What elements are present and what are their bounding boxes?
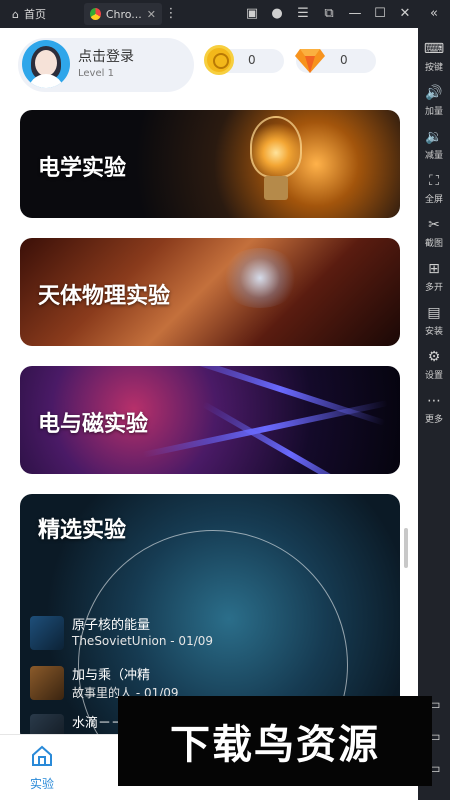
sidebar-item-label: 设置 [424,371,443,381]
sidebar-item-label: 全屏 [424,195,443,205]
sidebar-item-multi-instance[interactable]: ⊞ 多开 [418,260,450,293]
coin-balance[interactable]: 0 [204,45,284,75]
chrome-icon [90,8,101,20]
fullscreen-icon: ⛶ [429,173,439,189]
avatar[interactable] [22,40,70,88]
sidebar-item-fullscreen[interactable]: ⛶ 全屏 [418,172,450,205]
tab-home[interactable]: ⌂ 首页 [6,3,76,25]
nav-item-label: 实验 [29,777,54,791]
card-title: 电与磁实验 [38,412,149,437]
plasma-streak [174,366,386,426]
gear-icon: ⚙ [427,349,441,365]
list-item-subtitle: TheSovietUnion - 01/09 [72,634,214,648]
volume-up-icon: 🔊 [425,85,443,101]
level-text: Level 1 [78,68,114,79]
sidebar-item-label: 按键 [424,63,443,73]
gem-count: 0 [340,53,348,67]
menu-icon[interactable]: ☰ [294,5,312,23]
sidebar-item-label: 安装 [424,327,443,337]
minimize-icon[interactable]: — [346,5,364,23]
home-icon: ⌂ [12,7,19,21]
card-title: 电学实验 [38,156,127,181]
sidebar-item-volume-down[interactable]: 🔉 减量 [418,128,450,161]
close-window-icon[interactable]: ✕ [396,5,414,23]
scissors-icon: ✂ [428,217,440,233]
card-title: 精选实验 [38,518,127,543]
comet-glow-image [220,248,300,308]
coin-icon [204,45,234,75]
more-horizontal-icon: ⋯ [427,393,441,409]
volume-down-icon: 🔉 [425,129,443,145]
more-vertical-icon[interactable]: ⋮ [162,5,180,23]
close-tab-icon[interactable]: ✕ [147,8,156,21]
list-item-title: 水滴－－ [72,716,125,731]
list-item-title: 原子核的能量 [72,618,151,633]
thumbnail-image [30,666,64,700]
avatar-face [35,50,57,76]
sidebar-item-screenshot[interactable]: ✂ 截图 [418,216,450,249]
maximize-icon[interactable]: ☐ [371,5,389,23]
emulator-sidebar: ⌨ 按键 🔊 加量 🔉 减量 ⛶ 全屏 ✂ 截图 ⊞ 多开 ▤ 安装 ⚙ 设置 … [418,28,450,800]
card-electricity[interactable]: 电学实验 [20,110,400,218]
thumbnail-image [30,616,64,650]
emulator-top-bar: ⌂ 首页 Chro... ✕ ⋮ ▣ ● ☰ ⧉ — ☐ ✕ « [0,0,450,28]
avatar-body [28,74,64,88]
diamond-icon [295,49,325,73]
scrollbar[interactable] [404,528,408,568]
gamepad-icon[interactable]: ▣ [243,5,261,23]
plasma-streak [142,400,388,458]
home-icon [32,745,52,766]
nav-item-experiments[interactable]: 实验 [0,735,84,800]
login-text[interactable]: 点击登录 [78,46,134,66]
light-bulb-base [264,176,288,200]
card-title: 天体物理实验 [38,284,171,309]
list-item[interactable]: 原子核的能量 TheSovietUnion - 01/09 [30,614,370,654]
sidebar-item-volume-up[interactable]: 🔊 加量 [418,84,450,117]
add-window-icon: ⊞ [428,261,440,277]
gem-balance[interactable]: 0 [295,49,376,73]
app-screen: 点击登录 Level 1 0 0 电学实验 天体物理实验 电与磁实验 精选实验 [0,28,418,800]
card-electromagnetism[interactable]: 电与磁实验 [20,366,400,474]
apk-icon: ▤ [427,305,441,321]
sidebar-item-label: 更多 [424,415,443,425]
watermark: 下载鸟资源 [118,696,432,786]
popout-icon[interactable]: ⧉ [320,5,338,23]
login-pill[interactable]: 点击登录 Level 1 [18,38,194,92]
sidebar-item-settings[interactable]: ⚙ 设置 [418,348,450,381]
collapse-sidebar-icon[interactable]: « [425,5,443,23]
light-bulb-image [250,116,302,178]
sidebar-item-label: 减量 [424,151,443,161]
sidebar-item-label: 截图 [424,239,443,249]
sidebar-item-install[interactable]: ▤ 安装 [418,304,450,337]
watermark-text: 下载鸟资源 [170,722,380,768]
coin-count: 0 [248,53,256,67]
list-item-title: 加与乘（冲精 [72,668,151,683]
sidebar-item-label: 加量 [424,107,443,117]
sidebar-item-more[interactable]: ⋯ 更多 [418,392,450,425]
account-icon[interactable]: ● [268,5,286,23]
tab-chrome[interactable]: Chro... ✕ [84,3,162,25]
keyboard-icon: ⌨ [423,41,445,57]
sidebar-item-label: 多开 [424,283,443,293]
sidebar-item-keys[interactable]: ⌨ 按键 [418,40,450,73]
tab-home-label: 首页 [23,8,46,21]
tab-chrome-label: Chro... [105,7,142,21]
card-astrophysics[interactable]: 天体物理实验 [20,238,400,346]
